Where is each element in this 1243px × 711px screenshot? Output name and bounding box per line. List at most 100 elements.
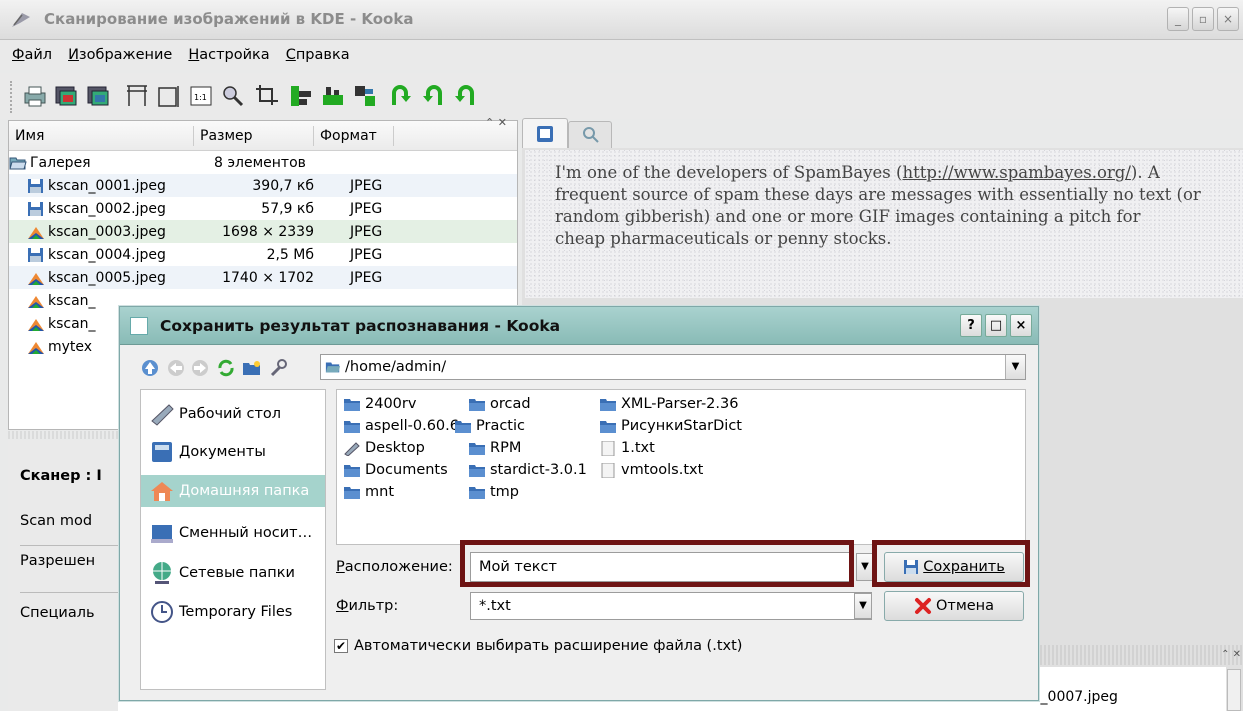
dialog-titlebar: Сохранить результат распознавания - Kook… — [120, 307, 1038, 345]
gallery-file-row[interactable]: kscan_0002.jpeg 57,9 кб JPEG — [9, 197, 517, 220]
highlight-frame — [872, 540, 1030, 587]
folder-icon — [469, 486, 485, 499]
home-icon — [151, 482, 173, 501]
filter-combobox[interactable]: *.txt — [470, 592, 872, 620]
file-name: kscan_0002.jpeg — [48, 200, 166, 217]
clock-icon — [151, 601, 173, 623]
print-icon[interactable] — [22, 83, 48, 109]
mirror-horizontal-icon[interactable] — [320, 83, 346, 109]
gallery-file-row[interactable]: kscan_0004.jpeg 2,5 Мб JPEG — [9, 243, 517, 266]
path-value: /home/admin/ — [345, 359, 447, 375]
column-format[interactable]: Формат — [314, 125, 394, 146]
mirror-vertical-icon[interactable] — [288, 83, 314, 109]
place-network[interactable]: Сетевые папки — [149, 557, 325, 589]
original-size-icon[interactable]: 1:1 — [188, 83, 214, 109]
file-item[interactable]: 1.txt — [599, 437, 655, 459]
place-label: Рабочий стол — [179, 406, 282, 422]
place-temporary[interactable]: Temporary Files — [149, 596, 325, 628]
place-desktop[interactable]: Рабочий стол — [149, 398, 325, 430]
gallery-file-row[interactable]: kscan_0005.jpeg 1740 × 1702 JPEG — [9, 266, 517, 289]
folder-icon — [344, 486, 360, 499]
folder-item[interactable]: tmp — [468, 481, 519, 503]
folder-item[interactable]: 2400rv — [343, 393, 416, 415]
gallery-file-row[interactable]: kscan_0001.jpeg 390,7 кб JPEG — [9, 174, 517, 197]
menu-image[interactable]: Изображение — [68, 47, 172, 63]
maximize-button[interactable]: ▫ — [1192, 7, 1214, 31]
folder-name: stardict-3.0.1 — [490, 462, 587, 478]
folder-name: RPM — [490, 440, 522, 456]
folder-item[interactable]: RPM — [468, 437, 521, 459]
wrench-icon[interactable] — [268, 358, 288, 378]
image-canvas — [118, 700, 808, 711]
checkbox-checked-icon[interactable]: ✔ — [334, 639, 348, 653]
folder-item[interactable]: Desktop — [343, 437, 425, 459]
chevron-down-icon[interactable]: ▼ — [1005, 355, 1025, 379]
file-browser: 2400rv aspell-0.60.6 Desktop Documents m… — [336, 389, 1026, 545]
disk-image-icon — [28, 178, 43, 193]
folder-item[interactable]: stardict-3.0.1 — [468, 459, 587, 481]
file-format: JPEG — [350, 269, 383, 286]
path-combobox[interactable]: /home/admin/ ▼ — [320, 354, 1026, 380]
save-dialog: Сохранить результат распознавания - Kook… — [119, 306, 1039, 701]
mirror-both-icon[interactable] — [352, 83, 378, 109]
menu-settings[interactable]: Настройка — [188, 47, 269, 63]
minimize-button[interactable]: _ — [1167, 7, 1189, 31]
documents-icon — [152, 442, 172, 462]
rotate-ccw-icon[interactable] — [420, 83, 446, 109]
up-folder-icon[interactable] — [140, 358, 160, 378]
toolbar-grip[interactable] — [10, 81, 14, 113]
file-item[interactable]: vmtools.txt — [599, 459, 703, 481]
main-toolbar: 1:1 — [0, 73, 1243, 119]
forward-icon[interactable] — [190, 358, 210, 378]
place-documents[interactable]: Документы — [149, 436, 325, 468]
ocr-image-text: I'm one of the developers of SpamBayes (… — [525, 150, 1243, 298]
tab-ocr[interactable] — [568, 121, 612, 148]
close-button[interactable]: × — [1010, 314, 1032, 337]
folder-item[interactable]: orcad — [468, 393, 531, 415]
auto-extension-checkbox[interactable]: ✔ Автоматически выбирать расширение файл… — [334, 638, 742, 654]
column-size[interactable]: Размер — [194, 125, 314, 146]
folder-item[interactable]: РисункиStarDict — [599, 415, 742, 437]
reload-icon[interactable] — [216, 358, 236, 378]
crop-icon[interactable] — [254, 83, 280, 109]
rotate-cw-icon[interactable] — [388, 83, 414, 109]
fit-height-icon[interactable] — [156, 83, 182, 109]
folder-item[interactable]: aspell-0.60.6 — [343, 415, 459, 437]
back-icon[interactable] — [166, 358, 186, 378]
rotate-180-icon[interactable] — [452, 83, 478, 109]
ocr-link[interactable]: http://www.spambayes.org/ — [902, 163, 1130, 182]
place-removable[interactable]: Сменный носит… — [149, 517, 325, 549]
maximize-button[interactable]: □ — [985, 314, 1007, 337]
gallery-root-label: Галерея — [30, 154, 91, 171]
scan-final-icon[interactable] — [86, 83, 112, 109]
cancel-button[interactable]: Отмена — [884, 591, 1024, 621]
new-folder-icon[interactable] — [242, 358, 262, 378]
help-button[interactable]: ? — [960, 314, 982, 337]
column-name[interactable]: Имя — [9, 125, 194, 146]
place-home[interactable]: Домашняя папка — [141, 475, 325, 507]
tab-image[interactable] — [522, 118, 568, 148]
file-format: JPEG — [350, 200, 383, 217]
folder-item[interactable]: Documents — [343, 459, 448, 481]
kooka-app-icon — [12, 13, 30, 27]
fit-width-icon[interactable] — [124, 83, 150, 109]
close-button[interactable]: × — [1217, 7, 1239, 31]
scan-preview-icon[interactable] — [54, 83, 80, 109]
zoom-icon[interactable] — [220, 83, 246, 109]
gallery-file-row-selected[interactable]: kscan_0003.jpeg 1698 × 2339 JPEG — [9, 220, 517, 243]
folder-open-icon — [9, 157, 27, 169]
folder-item[interactable]: mnt — [343, 481, 394, 503]
chevron-down-icon[interactable]: ▼ — [854, 593, 872, 619]
location-label: Расположение: — [336, 559, 453, 575]
place-label: Сменный носит… — [179, 525, 313, 541]
folder-name: XML-Parser-2.36 — [621, 396, 739, 412]
menu-file[interactable]: Файл — [12, 47, 52, 63]
gallery-root-row[interactable]: Галерея 8 элементов — [9, 151, 517, 174]
panel-close-icon[interactable]: ⌃ ✕ — [485, 116, 507, 129]
scrollbar[interactable] — [1227, 669, 1241, 711]
menu-help[interactable]: Справка — [286, 47, 350, 63]
image-file-icon — [28, 318, 44, 331]
folder-item[interactable]: Practic — [454, 415, 525, 437]
panel-close-icon[interactable]: ⌃ ✕ — [1221, 649, 1241, 660]
folder-item[interactable]: XML-Parser-2.36 — [599, 393, 738, 415]
